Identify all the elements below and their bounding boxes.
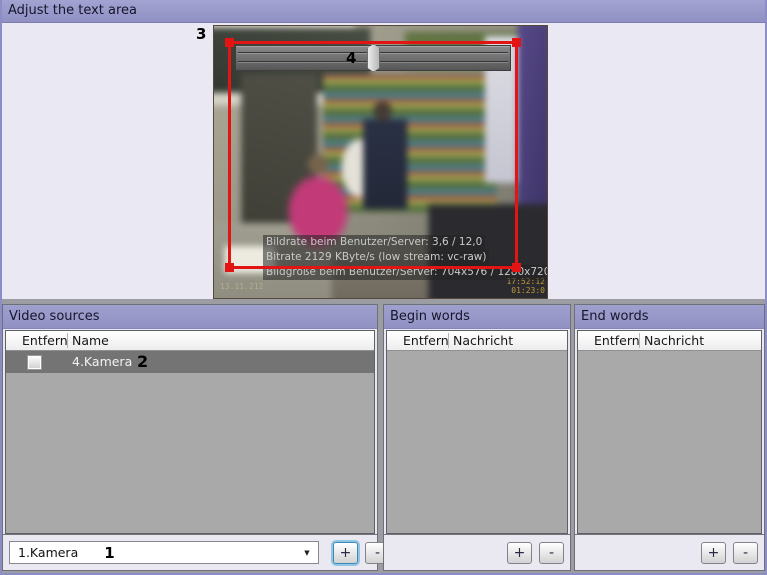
column-name: Name	[68, 333, 374, 348]
panel-begin-words: Begin words Entfernen Nachricht + -	[383, 304, 571, 571]
selection-handle-top-right[interactable]	[512, 38, 521, 47]
panel-video-sources: Video sources Entfernen Name 4.Kamera 2 …	[2, 304, 378, 571]
column-nachricht: Nachricht	[449, 333, 567, 348]
column-entfernen: Entfernen	[6, 333, 68, 348]
video-sources-toolbar: 1.Kamera 1 ▼ + -	[3, 534, 377, 570]
marker-2: 2	[137, 352, 148, 371]
video-sources-table: Entfernen Name 4.Kamera 2	[5, 330, 375, 534]
column-entfernen: Entfernen	[387, 333, 449, 348]
dialog-adjust-text-area: Adjust the text area 3 13.11.212 17:52:1…	[0, 0, 767, 575]
begin-words-title: Begin words	[384, 305, 570, 328]
begin-words-table: Entfernen Nachricht	[386, 330, 568, 534]
add-video-source-button[interactable]: +	[333, 542, 358, 564]
selection-handle-top-left[interactable]	[225, 38, 234, 47]
end-words-title: End words	[575, 305, 764, 328]
begin-words-table-header: Entfernen Nachricht	[387, 331, 567, 351]
marker-1: 1	[104, 544, 114, 562]
begin-words-toolbar: + -	[384, 534, 570, 570]
video-sources-header: Video sources	[3, 305, 377, 329]
text-area-selection-rect[interactable]	[228, 41, 518, 269]
camera-datestamp: 13.11.212	[220, 282, 263, 291]
remove-begin-word-button[interactable]: -	[539, 542, 564, 564]
video-sources-title: Video sources	[3, 305, 377, 328]
video-sources-table-header: Entfernen Name	[6, 331, 374, 351]
column-entfernen: Entfernen	[578, 333, 640, 348]
dialog-title: Adjust the text area	[0, 0, 767, 22]
panel-end-words: End words Entfernen Nachricht + -	[574, 304, 765, 571]
marker-4: 4	[346, 49, 356, 67]
end-words-toolbar: + -	[575, 534, 764, 570]
remove-end-word-button[interactable]: -	[733, 542, 758, 564]
text-area-slider-track[interactable]: 4	[235, 45, 511, 71]
camera-preview: 13.11.212 17:52:12 01:23:0 Bildrate beim…	[213, 25, 548, 299]
table-row[interactable]: 4.Kamera 2	[6, 351, 374, 373]
camera-select[interactable]: 1.Kamera 1 ▼	[9, 541, 319, 564]
window-border-left	[0, 0, 2, 575]
selection-handle-bottom-right[interactable]	[512, 263, 521, 272]
add-end-word-button[interactable]: +	[701, 542, 726, 564]
end-words-table-body	[578, 351, 761, 533]
video-sources-table-body: 4.Kamera 2	[6, 351, 374, 533]
begin-words-header: Begin words	[384, 305, 570, 329]
end-words-table: Entfernen Nachricht	[577, 330, 762, 534]
camera-select-value: 1.Kamera	[10, 545, 78, 560]
column-nachricht: Nachricht	[640, 333, 761, 348]
preview-area: 3 13.11.212 17:52:12 01:23:0 Bildrate be…	[2, 22, 765, 299]
camera-time-line2: 01:23:0	[506, 286, 545, 295]
begin-words-table-body	[387, 351, 567, 533]
end-words-header: End words	[575, 305, 764, 329]
chevron-down-icon[interactable]: ▼	[299, 549, 318, 557]
remove-checkbox[interactable]	[27, 355, 42, 370]
add-begin-word-button[interactable]: +	[507, 542, 532, 564]
slider-thumb[interactable]	[367, 44, 380, 72]
camera-name: 4.Kamera	[72, 354, 132, 369]
title-bar: Adjust the text area	[0, 0, 767, 23]
end-words-table-header: Entfernen Nachricht	[578, 331, 761, 351]
selection-handle-bottom-left[interactable]	[225, 263, 234, 272]
marker-3: 3	[196, 25, 206, 43]
